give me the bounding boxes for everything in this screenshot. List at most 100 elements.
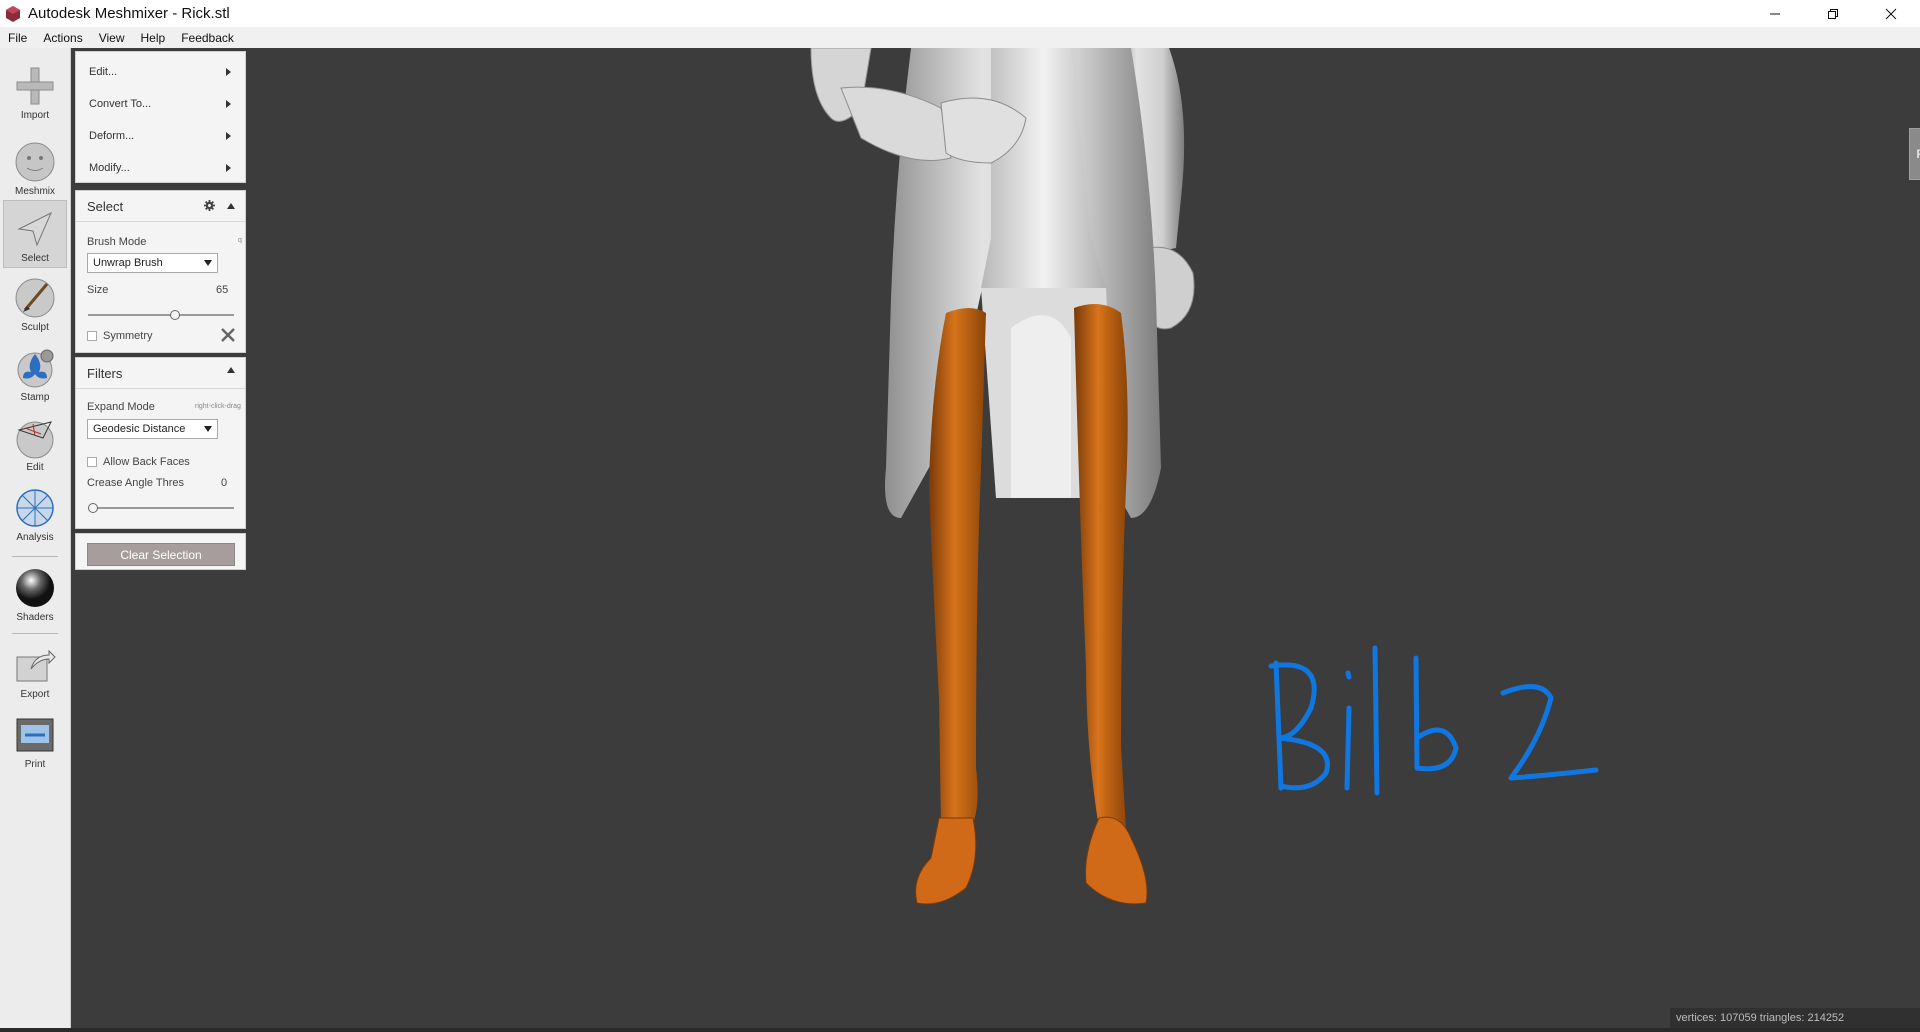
- toolbar-divider: [12, 556, 58, 557]
- expand-mode-dropdown[interactable]: Geodesic Distance: [87, 419, 218, 439]
- tool-stamp-label: Stamp: [20, 392, 50, 403]
- tool-edit-label: Edit: [26, 462, 44, 473]
- crease-slider-track[interactable]: [88, 507, 234, 509]
- symmetry-checkbox[interactable]: [87, 331, 97, 341]
- meshmixer-app-icon: [6, 5, 20, 22]
- minimize-button[interactable]: [1746, 0, 1804, 27]
- brush-mode-value: Unwrap Brush: [93, 257, 163, 269]
- tool-export[interactable]: Export: [3, 637, 67, 705]
- submenu-convert-label: Convert To...: [89, 98, 152, 110]
- tool-print-label: Print: [24, 759, 46, 770]
- tool-analysis[interactable]: Analysis: [3, 480, 67, 548]
- edit-submenu-panel: Edit... Convert To... Deform... Modify..…: [75, 51, 246, 183]
- size-label: Size: [87, 284, 109, 296]
- clear-selection-panel: Clear Selection: [75, 533, 246, 570]
- brush-mode-label: Brush Mode: [87, 236, 147, 248]
- menu-bar: File Actions View Help Feedback: [0, 27, 1920, 49]
- crease-slider-knob[interactable]: [88, 503, 98, 513]
- tool-meshmix[interactable]: Meshmix: [3, 134, 67, 202]
- tool-shaders[interactable]: Shaders: [3, 560, 67, 628]
- chevron-down-icon: [204, 260, 212, 266]
- menu-view[interactable]: View: [91, 31, 133, 45]
- printer-icon: [16, 718, 54, 752]
- chevron-right-icon: [226, 132, 231, 140]
- submenu-edit-label: Edit...: [89, 66, 118, 78]
- tool-sculpt[interactable]: Sculpt: [3, 270, 67, 338]
- model-right-leg-selected: [1074, 304, 1128, 828]
- tool-import[interactable]: Import: [3, 58, 67, 126]
- submenu-deform-label: Deform...: [89, 130, 135, 142]
- expand-mode-hint: right-click-drag: [195, 403, 241, 410]
- select-arrow-icon: [17, 211, 53, 247]
- brush-mode-hotkey: q: [238, 237, 242, 244]
- edit-sphere-icon: [16, 421, 54, 459]
- model-left-foot: [915, 817, 977, 905]
- submenu-modify[interactable]: Modify...: [76, 152, 245, 184]
- menu-file[interactable]: File: [0, 31, 35, 45]
- 3d-viewport[interactable]: RIGHT: [71, 48, 1920, 1032]
- symmetry-tools-icon[interactable]: [220, 327, 236, 343]
- size-value: 65: [216, 284, 229, 296]
- collapse-up-icon[interactable]: [227, 202, 235, 209]
- expand-mode-label: Expand Mode: [87, 401, 155, 413]
- allow-back-faces-checkbox[interactable]: [87, 457, 97, 467]
- model-right-foot: [1085, 816, 1148, 905]
- filters-panel-header[interactable]: Filters: [76, 358, 245, 389]
- model-crotch: [1011, 315, 1071, 498]
- annotation-bild-2: [1268, 645, 1599, 796]
- collapse-up-icon[interactable]: [227, 367, 235, 373]
- tool-stamp[interactable]: Stamp: [3, 340, 67, 408]
- tool-print[interactable]: Print: [3, 707, 67, 775]
- bottom-border: [0, 1028, 1920, 1032]
- chevron-right-icon: [226, 68, 231, 76]
- gear-icon[interactable]: [204, 200, 215, 211]
- brush-mode-dropdown[interactable]: Unwrap Brush: [87, 253, 218, 273]
- plus-icon: [16, 67, 54, 105]
- tool-select-label: Select: [21, 253, 49, 264]
- chevron-right-icon: [226, 100, 231, 108]
- minimize-icon: [1770, 13, 1780, 14]
- analysis-sphere-icon: [16, 489, 54, 527]
- close-button[interactable]: [1862, 0, 1920, 27]
- tool-sculpt-label: Sculpt: [21, 322, 49, 333]
- tool-import-label: Import: [20, 110, 50, 121]
- restore-button[interactable]: [1804, 0, 1862, 27]
- window-title: Autodesk Meshmixer - Rick.stl: [28, 5, 230, 22]
- filters-panel-title: Filters: [87, 365, 123, 381]
- submenu-edit[interactable]: Edit...: [76, 56, 245, 88]
- clear-selection-button[interactable]: Clear Selection: [87, 543, 235, 566]
- view-cube[interactable]: RIGHT: [1909, 128, 1920, 180]
- crease-angle-value: 0: [221, 477, 228, 489]
- tool-export-label: Export: [20, 689, 50, 700]
- select-panel-header[interactable]: Select: [76, 191, 245, 222]
- model-render[interactable]: [71, 48, 1920, 1032]
- tool-select[interactable]: Select: [3, 200, 67, 268]
- select-panel-title: Select: [87, 198, 124, 214]
- menu-help[interactable]: Help: [133, 31, 174, 45]
- tool-shaders-label: Shaders: [16, 612, 54, 623]
- model-left-leg-selected: [929, 308, 986, 828]
- submenu-modify-label: Modify...: [89, 162, 130, 174]
- tool-analysis-label: Analysis: [16, 532, 54, 543]
- brush-icon: [15, 278, 55, 318]
- size-slider-knob[interactable]: [169, 310, 180, 320]
- menu-actions[interactable]: Actions: [35, 31, 90, 45]
- expand-mode-value: Geodesic Distance: [93, 423, 186, 435]
- submenu-deform[interactable]: Deform...: [76, 120, 245, 152]
- tool-edit[interactable]: Edit: [3, 410, 67, 478]
- chevron-right-icon: [226, 164, 231, 172]
- export-icon: [16, 649, 56, 682]
- crease-angle-label: Crease Angle Thres: [87, 477, 185, 489]
- menu-feedback[interactable]: Feedback: [173, 31, 242, 45]
- title-bar: Autodesk Meshmixer - Rick.stl: [0, 0, 1920, 27]
- close-icon: [1885, 8, 1897, 19]
- submenu-convert-to[interactable]: Convert To...: [76, 88, 245, 120]
- chevron-down-icon: [204, 426, 212, 432]
- shader-sphere-icon: [16, 569, 54, 607]
- left-toolbar: Import Meshmix Select Sculpt Stamp Edit …: [0, 48, 71, 1032]
- size-slider-track[interactable]: [88, 314, 234, 316]
- select-panel: Select Brush Mode q Unwrap Brush Size 65…: [75, 190, 246, 353]
- tool-meshmix-label: Meshmix: [14, 186, 55, 197]
- allow-back-faces-label: Allow Back Faces: [103, 456, 190, 468]
- symmetry-label: Symmetry: [103, 330, 153, 342]
